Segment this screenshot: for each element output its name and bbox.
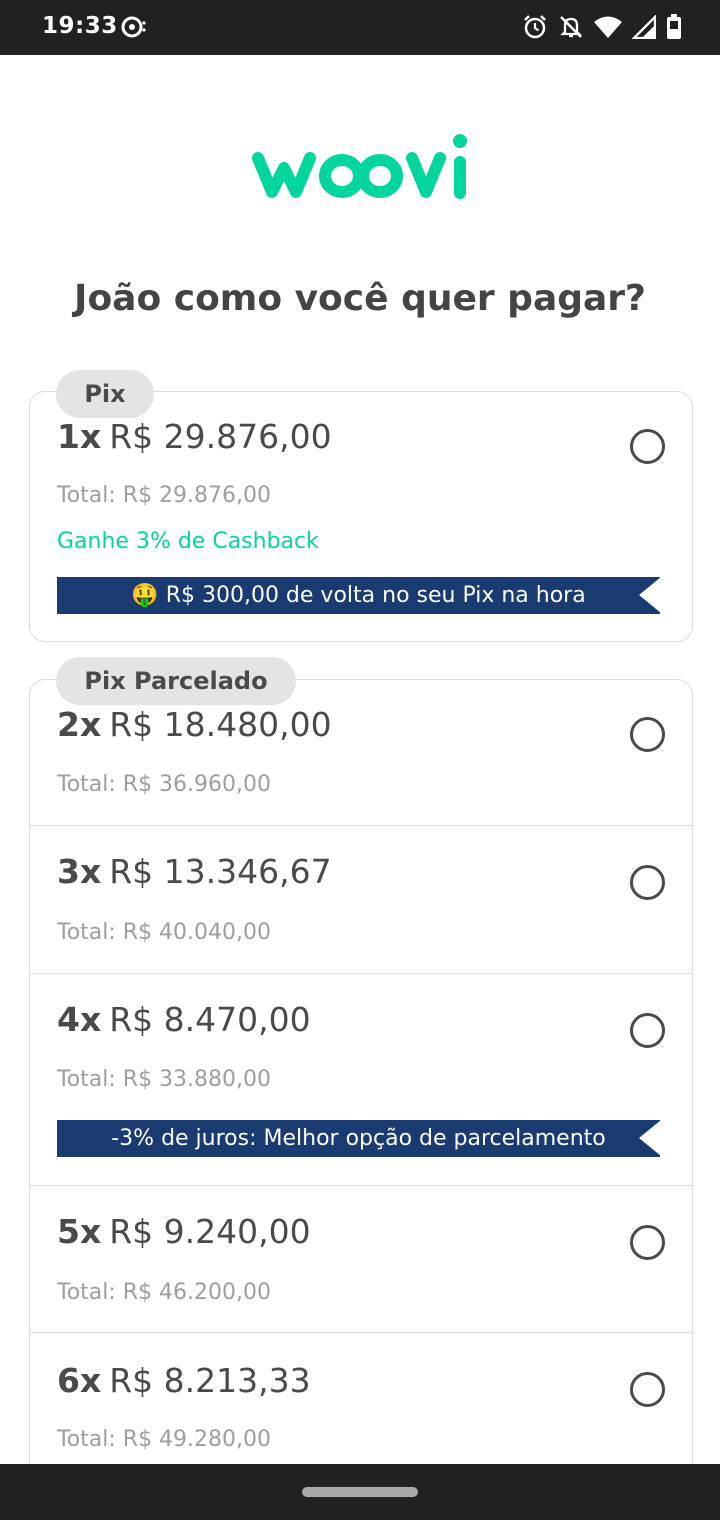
- payment-option-5x[interactable]: 5x R$ 9.240,00 Total: R$ 46.200,00: [29, 1186, 693, 1333]
- cashback-banner: 🤑 R$ 300,00 de volta no seu Pix na hora: [57, 577, 661, 614]
- alarm-icon: [524, 15, 546, 39]
- payment-option-6x[interactable]: 6x R$ 8.213,33 Total: R$ 49.280,00: [29, 1333, 693, 1464]
- radio-button[interactable]: [630, 429, 665, 464]
- radio-button[interactable]: [630, 1372, 665, 1407]
- battery-icon: [667, 14, 681, 39]
- option-total: Total: R$ 29.876,00: [57, 483, 272, 508]
- banner-text: -3% de juros: Melhor opção de parcelamen…: [111, 1126, 606, 1151]
- option-price: 1x R$ 29.876,00: [57, 417, 332, 456]
- radio-button[interactable]: [630, 1225, 665, 1260]
- status-time: 19:33: [42, 13, 118, 39]
- radio-button[interactable]: [630, 1013, 665, 1048]
- payment-option-3x[interactable]: 3x R$ 13.346,67 Total: R$ 40.040,00: [29, 826, 693, 973]
- option-price: 5x R$ 9.240,00: [57, 1212, 311, 1251]
- installment-amount: R$ 13.346,67: [109, 852, 332, 891]
- banner-notch: [639, 1120, 661, 1156]
- option-total: Total: R$ 46.200,00: [57, 1280, 272, 1305]
- option-price: 2x R$ 18.480,00: [57, 705, 332, 744]
- notifications-off-icon: [560, 16, 582, 38]
- option-price: 3x R$ 13.346,67: [57, 852, 332, 891]
- best-option-banner: -3% de juros: Melhor opção de parcelamen…: [57, 1120, 661, 1157]
- home-gesture-handle[interactable]: [302, 1487, 418, 1497]
- radio-button[interactable]: [630, 865, 665, 900]
- installment-count: 3x: [57, 852, 102, 891]
- installment-amount: R$ 29.876,00: [109, 417, 332, 456]
- installment-amount: R$ 8.213,33: [109, 1361, 311, 1400]
- option-price: 4x R$ 8.470,00: [57, 1000, 311, 1039]
- option-total: Total: R$ 33.880,00: [57, 1067, 272, 1092]
- cashback-text: Ganhe 3% de Cashback: [57, 529, 319, 554]
- installment-amount: R$ 9.240,00: [109, 1212, 311, 1251]
- payment-option-2x[interactable]: 2x R$ 18.480,00 Total: R$ 36.960,00: [29, 679, 693, 826]
- wifi-icon: [594, 16, 622, 38]
- money-face-icon: 🤑: [131, 583, 159, 608]
- installment-count: 1x: [57, 417, 102, 456]
- banner-text: R$ 300,00 de volta no seu Pix na hora: [165, 583, 586, 608]
- navigation-bar: [0, 1464, 720, 1520]
- installment-count: 6x: [57, 1361, 102, 1400]
- installment-count: 4x: [57, 1000, 102, 1039]
- page-title: João como você quer pagar?: [74, 278, 646, 319]
- installment-amount: R$ 18.480,00: [109, 705, 332, 744]
- option-total: Total: R$ 40.040,00: [57, 920, 272, 945]
- payment-option-4x[interactable]: 4x R$ 8.470,00 Total: R$ 33.880,00 -3% de…: [29, 974, 693, 1186]
- data-saver-icon: [121, 16, 146, 38]
- installment-count: 2x: [57, 705, 102, 744]
- signal-icon: [632, 15, 656, 39]
- payment-option-1x[interactable]: 1x R$ 29.876,00 Total: R$ 29.876,00 Ganhe…: [29, 391, 693, 642]
- radio-button[interactable]: [630, 717, 665, 752]
- woovi-logo: [252, 134, 467, 199]
- option-total: Total: R$ 36.960,00: [57, 772, 272, 797]
- option-total: Total: R$ 49.280,00: [57, 1427, 272, 1452]
- option-price: 6x R$ 8.213,33: [57, 1361, 311, 1400]
- banner-notch: [639, 577, 661, 613]
- installment-amount: R$ 8.470,00: [109, 1000, 311, 1039]
- installment-count: 5x: [57, 1212, 102, 1251]
- status-bar: 19:33: [0, 0, 720, 55]
